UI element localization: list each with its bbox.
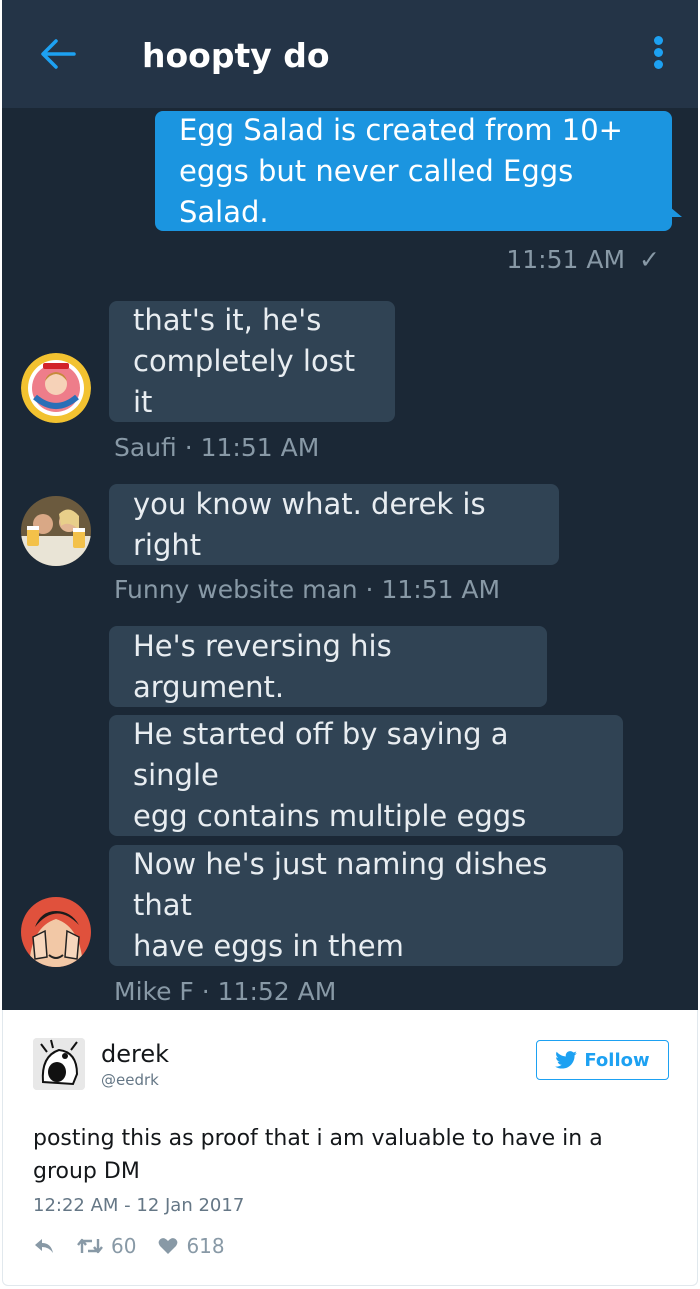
dm-screenshot: hoopty do Egg Salad is created from 10+ … bbox=[2, 0, 698, 1010]
tweet-author-avatar[interactable] bbox=[33, 1038, 85, 1090]
tweet-card: derek @eedrk Follow posting this as proo… bbox=[2, 1010, 698, 1286]
avatar-funny-website-man[interactable] bbox=[21, 496, 91, 566]
tweet-timestamp[interactable]: 12:22 AM - 12 Jan 2017 bbox=[33, 1194, 244, 1218]
message-line: completely lost it bbox=[133, 344, 356, 419]
reply-button[interactable] bbox=[33, 1237, 55, 1255]
message-meta: Mike F · 11:52 AM bbox=[114, 977, 337, 1006]
message-bubble-received: you know what. derek is right bbox=[109, 484, 559, 565]
avatar-mike-f[interactable] bbox=[21, 897, 91, 967]
tweet-text: posting this as proof that i am valuable… bbox=[33, 1126, 603, 1184]
message-line: egg contains multiple eggs bbox=[133, 799, 527, 833]
message-line: Now he's just naming dishes that bbox=[133, 847, 548, 922]
more-vertical-icon[interactable] bbox=[648, 36, 668, 76]
message-timestamp: 11:51 AM bbox=[506, 245, 626, 274]
tweet-actions: 60 618 bbox=[33, 1232, 225, 1260]
message-bubble-received: Now he's just naming dishes that have eg… bbox=[109, 845, 623, 966]
message-bubble-received: that's it, he's completely lost it bbox=[109, 301, 395, 422]
message-meta: Saufi · 11:51 AM bbox=[114, 433, 320, 462]
retweet-icon bbox=[77, 1238, 103, 1254]
arrow-left-icon[interactable] bbox=[38, 36, 78, 72]
message-line: eggs but never called Eggs Salad. bbox=[179, 153, 574, 229]
message-line: Egg Salad is created from 10+ bbox=[179, 112, 623, 147]
message-line: He started off by saying a single bbox=[133, 717, 509, 792]
heart-icon bbox=[159, 1238, 178, 1254]
message-bubble-received: He's reversing his argument. bbox=[109, 626, 547, 707]
message-meta: 11:51 AM ✓ bbox=[506, 244, 660, 276]
message-bubble-received: He started off by saying a single egg co… bbox=[109, 715, 623, 836]
retweet-button[interactable]: 60 bbox=[77, 1234, 136, 1258]
tweet-author-handle[interactable]: @eedrk bbox=[101, 1070, 159, 1090]
dm-header: hoopty do bbox=[2, 0, 698, 108]
message-line: that's it, he's bbox=[133, 303, 322, 337]
twitter-bird-icon bbox=[555, 1051, 578, 1069]
follow-button[interactable]: Follow bbox=[536, 1040, 669, 1080]
tweet-author-name[interactable]: derek bbox=[101, 1038, 169, 1070]
conversation-title: hoopty do bbox=[142, 36, 330, 75]
message-line: have eggs in them bbox=[133, 929, 404, 963]
avatar-saufi[interactable] bbox=[21, 353, 91, 423]
message-line: He's reversing his argument. bbox=[133, 628, 392, 704]
retweet-count: 60 bbox=[111, 1234, 137, 1258]
checkmark-icon: ✓ bbox=[639, 245, 660, 274]
follow-label: Follow bbox=[584, 1049, 650, 1071]
message-line: you know what. derek is right bbox=[133, 486, 486, 562]
message-meta: Funny website man · 11:51 AM bbox=[114, 575, 501, 604]
message-bubble-sent: Egg Salad is created from 10+ eggs but n… bbox=[155, 111, 682, 231]
like-button[interactable]: 618 bbox=[158, 1234, 225, 1258]
like-count: 618 bbox=[186, 1234, 225, 1258]
reply-icon bbox=[35, 1239, 53, 1253]
